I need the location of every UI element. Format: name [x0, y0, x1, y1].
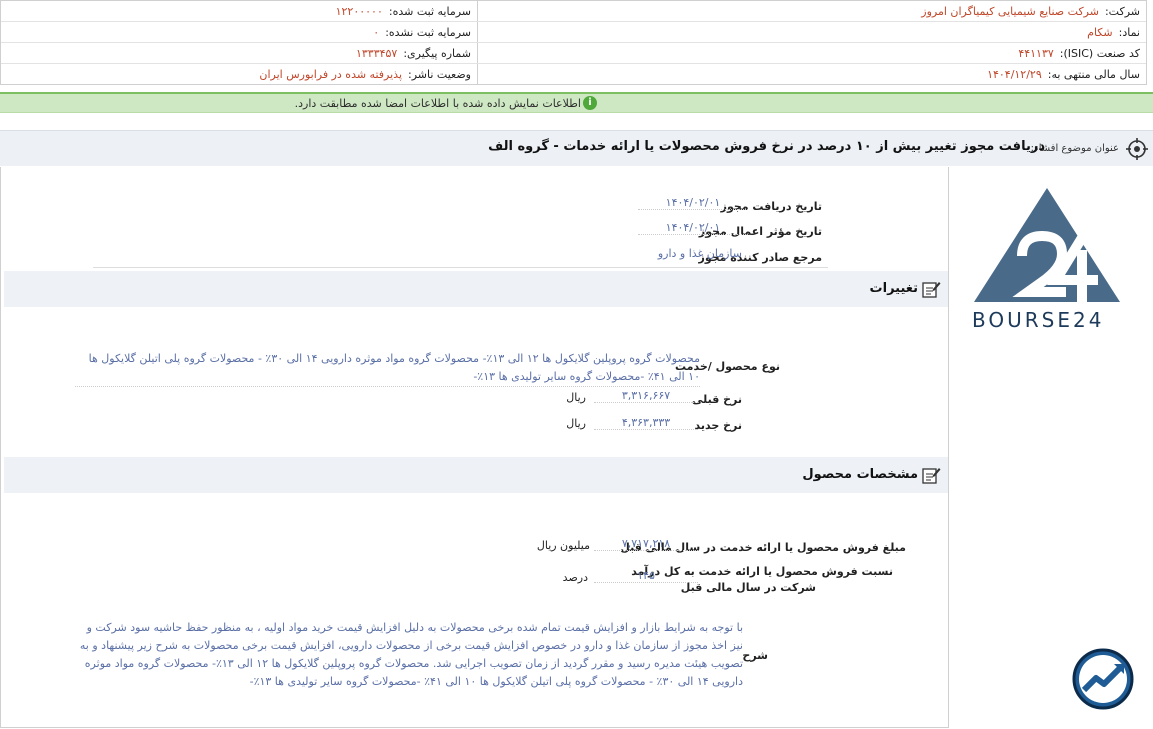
unregistered-capital-cell: سرمایه ثبت نشده:۰: [373, 26, 471, 39]
issuer-value: سازمان غذا و دارو: [657, 247, 742, 260]
publisher-status-cell: وضعیت ناشر:پذیرفته شده در فرابورس ایران: [259, 68, 471, 81]
symbol-value[interactable]: شکام: [1087, 26, 1112, 39]
alert-text: اطلاعات نمایش داده شده با اطلاعات امضا ش…: [294, 97, 581, 110]
company-info-table: شرکت:شرکت صنایع شیمیایی کیمیاگران امروز …: [0, 0, 1147, 85]
product-specs-section-header: مشخصات محصول: [4, 457, 948, 493]
info-row-symbol: نماد:شکام سرمایه ثبت نشده:۰: [1, 22, 1146, 43]
description-label: شرح: [742, 649, 768, 662]
company-value[interactable]: شرکت صنایع شیمیایی کیمیاگران امروز: [921, 5, 1099, 18]
changes-title: تغییرات: [869, 281, 918, 296]
registered-capital-cell: سرمایه ثبت شده:۱۲۲۰۰۰۰۰: [335, 5, 471, 18]
info-row-isic: کد صنعت (ISIC):۴۴۱۱۳۷ شماره پیگیری:۱۳۳۳۴…: [1, 43, 1146, 64]
old-rate-value: ۳,۳۱۶,۶۶۷: [594, 389, 698, 403]
sales-unit: میلیون ریال: [536, 539, 590, 552]
disclosure-title-bar: عنوان موضوع افشاء: دریافت مجوز تغییر بیش…: [0, 130, 1153, 166]
tracking-cell: شماره پیگیری:۱۳۳۳۴۵۷: [355, 47, 471, 60]
disclosure-content: تاریخ دریافت مجوز ۱۴۰۴/۰۲/۰۱ تاریخ مؤثر …: [0, 167, 949, 728]
company-cell: شرکت:شرکت صنایع شیمیایی کیمیاگران امروز: [921, 5, 1140, 18]
new-rate-unit: ریال: [566, 417, 586, 430]
ratio-value: ۱۴۵: [594, 569, 698, 583]
old-rate-unit: ریال: [566, 391, 586, 404]
description-text: با توجه به شرایط بازار و افزایش قیمت تما…: [79, 621, 743, 688]
target-icon: [1126, 138, 1148, 160]
symbol-cell: نماد:شکام: [1087, 26, 1140, 39]
verification-alert: i اطلاعات نمایش داده شده با اطلاعات امضا…: [0, 92, 1153, 113]
isic-cell: کد صنعت (ISIC):۴۴۱۱۳۷: [1018, 47, 1140, 60]
trend-chart-icon[interactable]: [1072, 648, 1134, 710]
receive-date-value: ۱۴۰۴/۰۲/۰۱: [638, 196, 748, 210]
sales-value: ۷,۷۱۷,۲۱۸: [594, 537, 698, 551]
info-icon: i: [583, 96, 597, 110]
page-title: دریافت مجوز تغییر بیش از ۱۰ درصد در نرخ …: [488, 139, 1045, 154]
edit-note-icon: [922, 282, 941, 298]
old-rate-label: نرخ قبلی: [691, 393, 742, 406]
info-row-fiscal: سال مالی منتهی به:۱۴۰۴/۱۲/۲۹ وضعیت ناشر:…: [1, 64, 1146, 85]
logo-text: BOURSE24: [972, 308, 1105, 332]
divider: [93, 267, 828, 268]
product-specs-title: مشخصات محصول: [802, 467, 918, 482]
ratio-unit: درصد: [562, 571, 588, 584]
new-rate-value: ۴,۳۶۳,۳۳۳: [594, 416, 698, 430]
product-type-value: محصولات گروه پروپلین گلایکول ها ۱۲ الی ۱…: [75, 350, 700, 387]
edit-note-icon: [922, 468, 941, 484]
effective-date-value: ۱۴۰۴/۰۲/۰۱: [638, 221, 748, 235]
fiscal-year-cell: سال مالی منتهی به:۱۴۰۴/۱۲/۲۹: [987, 68, 1140, 81]
changes-section-header: تغییرات: [4, 271, 948, 307]
new-rate-label: نرخ جدید: [694, 419, 743, 432]
info-row-company: شرکت:شرکت صنایع شیمیایی کیمیاگران امروز …: [1, 1, 1146, 22]
ratio-label-line2: شرکت در سال مالی قبل: [680, 581, 816, 594]
